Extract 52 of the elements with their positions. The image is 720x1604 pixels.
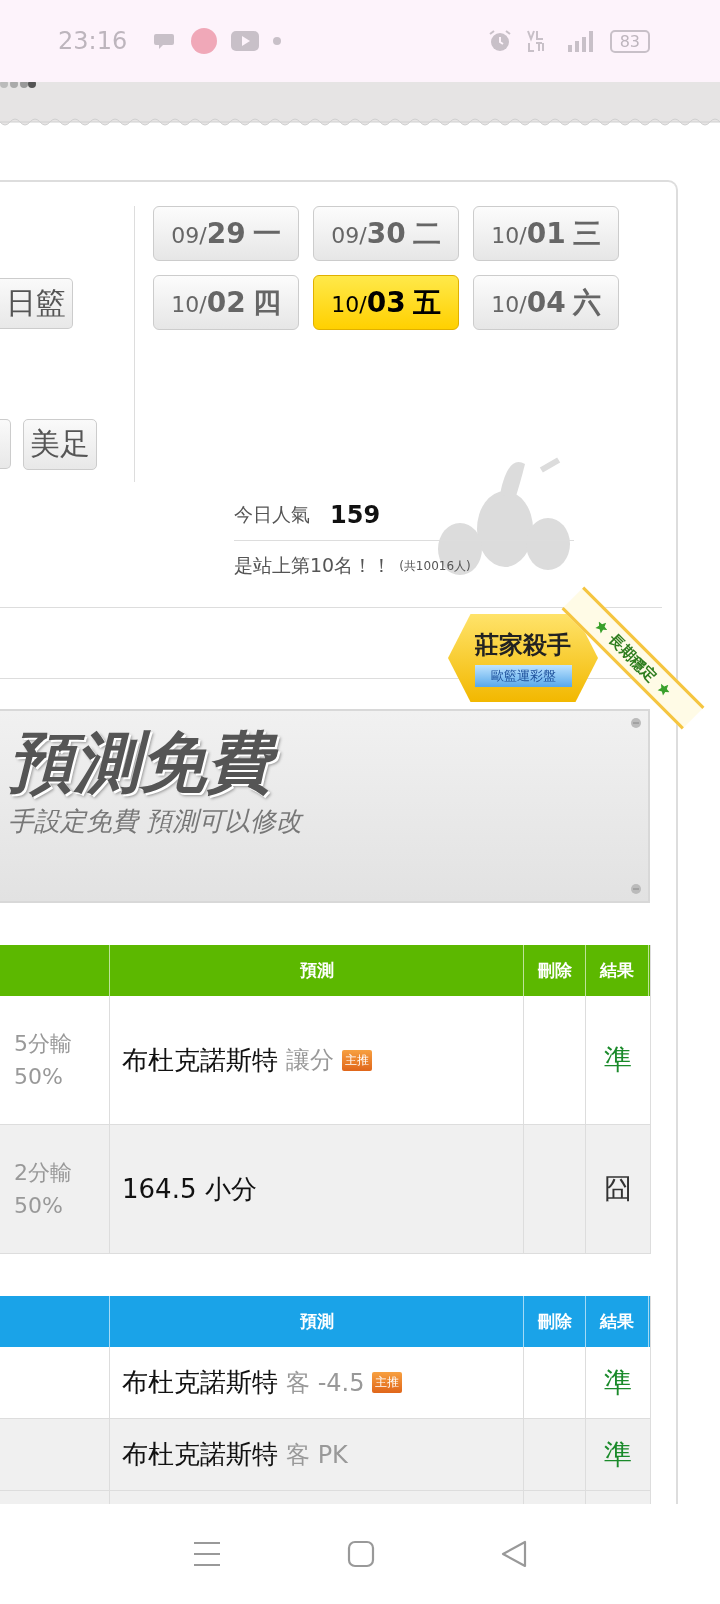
- result-text: 囧: [603, 1171, 632, 1207]
- date-button[interactable]: 10/04 六: [473, 275, 619, 330]
- menu-icon[interactable]: [192, 1541, 223, 1567]
- popularity-label: 今日人氣: [234, 502, 310, 527]
- sport-button[interactable]: 美足: [23, 419, 97, 470]
- app-icon: [191, 28, 218, 54]
- prediction-text: 客 -4.5: [286, 1367, 365, 1399]
- prediction-text: 客 PK: [286, 1439, 348, 1471]
- featured-tag: 主推: [372, 1372, 403, 1393]
- prediction-text: 164.5 小分: [122, 1172, 257, 1206]
- prediction-text: 讓分: [286, 1045, 334, 1076]
- rank-text: 是站上第10名！！: [234, 553, 392, 578]
- back-icon[interactable]: [499, 1540, 528, 1568]
- alarm-icon: [487, 29, 512, 53]
- featured-tag: 主推: [342, 1049, 372, 1071]
- sport-button[interactable]: [0, 419, 11, 469]
- share-text: 50%: [14, 1063, 64, 1091]
- odds-text: 5分輸: [14, 1030, 73, 1058]
- team-name: 布杜克諾斯特: [122, 1366, 278, 1399]
- column-header: 刪除: [524, 945, 586, 996]
- banner-headline: 預測免費: [8, 727, 648, 800]
- date-button[interactable]: 10/03 五: [313, 275, 459, 330]
- result-text: 準: [603, 1364, 632, 1401]
- team-name: 布杜克諾斯特: [122, 1043, 278, 1077]
- screw-icon: [630, 717, 642, 729]
- dot-icon: [273, 37, 282, 45]
- badge-title: 莊家殺手: [475, 630, 571, 661]
- home-icon[interactable]: [347, 1540, 375, 1568]
- banner-subline: 手設定免費 預測可以修改: [8, 804, 305, 838]
- team-name: 布杜克諾斯特: [122, 1438, 278, 1471]
- status-time: 23:16: [58, 27, 128, 55]
- date-button[interactable]: 09/30 二: [313, 206, 459, 261]
- badge-subtitle: 歐籃運彩盤: [474, 665, 572, 687]
- column-header: 預測: [110, 945, 524, 996]
- result-text: 準: [603, 1436, 632, 1473]
- result-text: 準: [603, 1042, 632, 1078]
- sport-button[interactable]: 日籃: [0, 278, 73, 329]
- date-button[interactable]: 10/01 三: [473, 206, 619, 261]
- column-header: 刪除: [524, 1296, 586, 1347]
- ribbon-text: 長期穩定: [605, 630, 661, 686]
- date-button[interactable]: 09/29 一: [153, 206, 299, 261]
- odds-text: 2分輸: [14, 1159, 73, 1187]
- column-header: 結果: [586, 1296, 649, 1347]
- column-header: 結果: [586, 945, 649, 996]
- popularity-count: 159: [330, 501, 381, 529]
- play-icon: [231, 31, 260, 51]
- screw-icon: [630, 883, 642, 895]
- date-button[interactable]: 10/02 四: [153, 275, 299, 330]
- column-header: 預測: [110, 1296, 524, 1347]
- battery-level: 83: [609, 29, 650, 53]
- share-text: 50%: [14, 1192, 64, 1220]
- total-users: (共10016人): [399, 557, 471, 575]
